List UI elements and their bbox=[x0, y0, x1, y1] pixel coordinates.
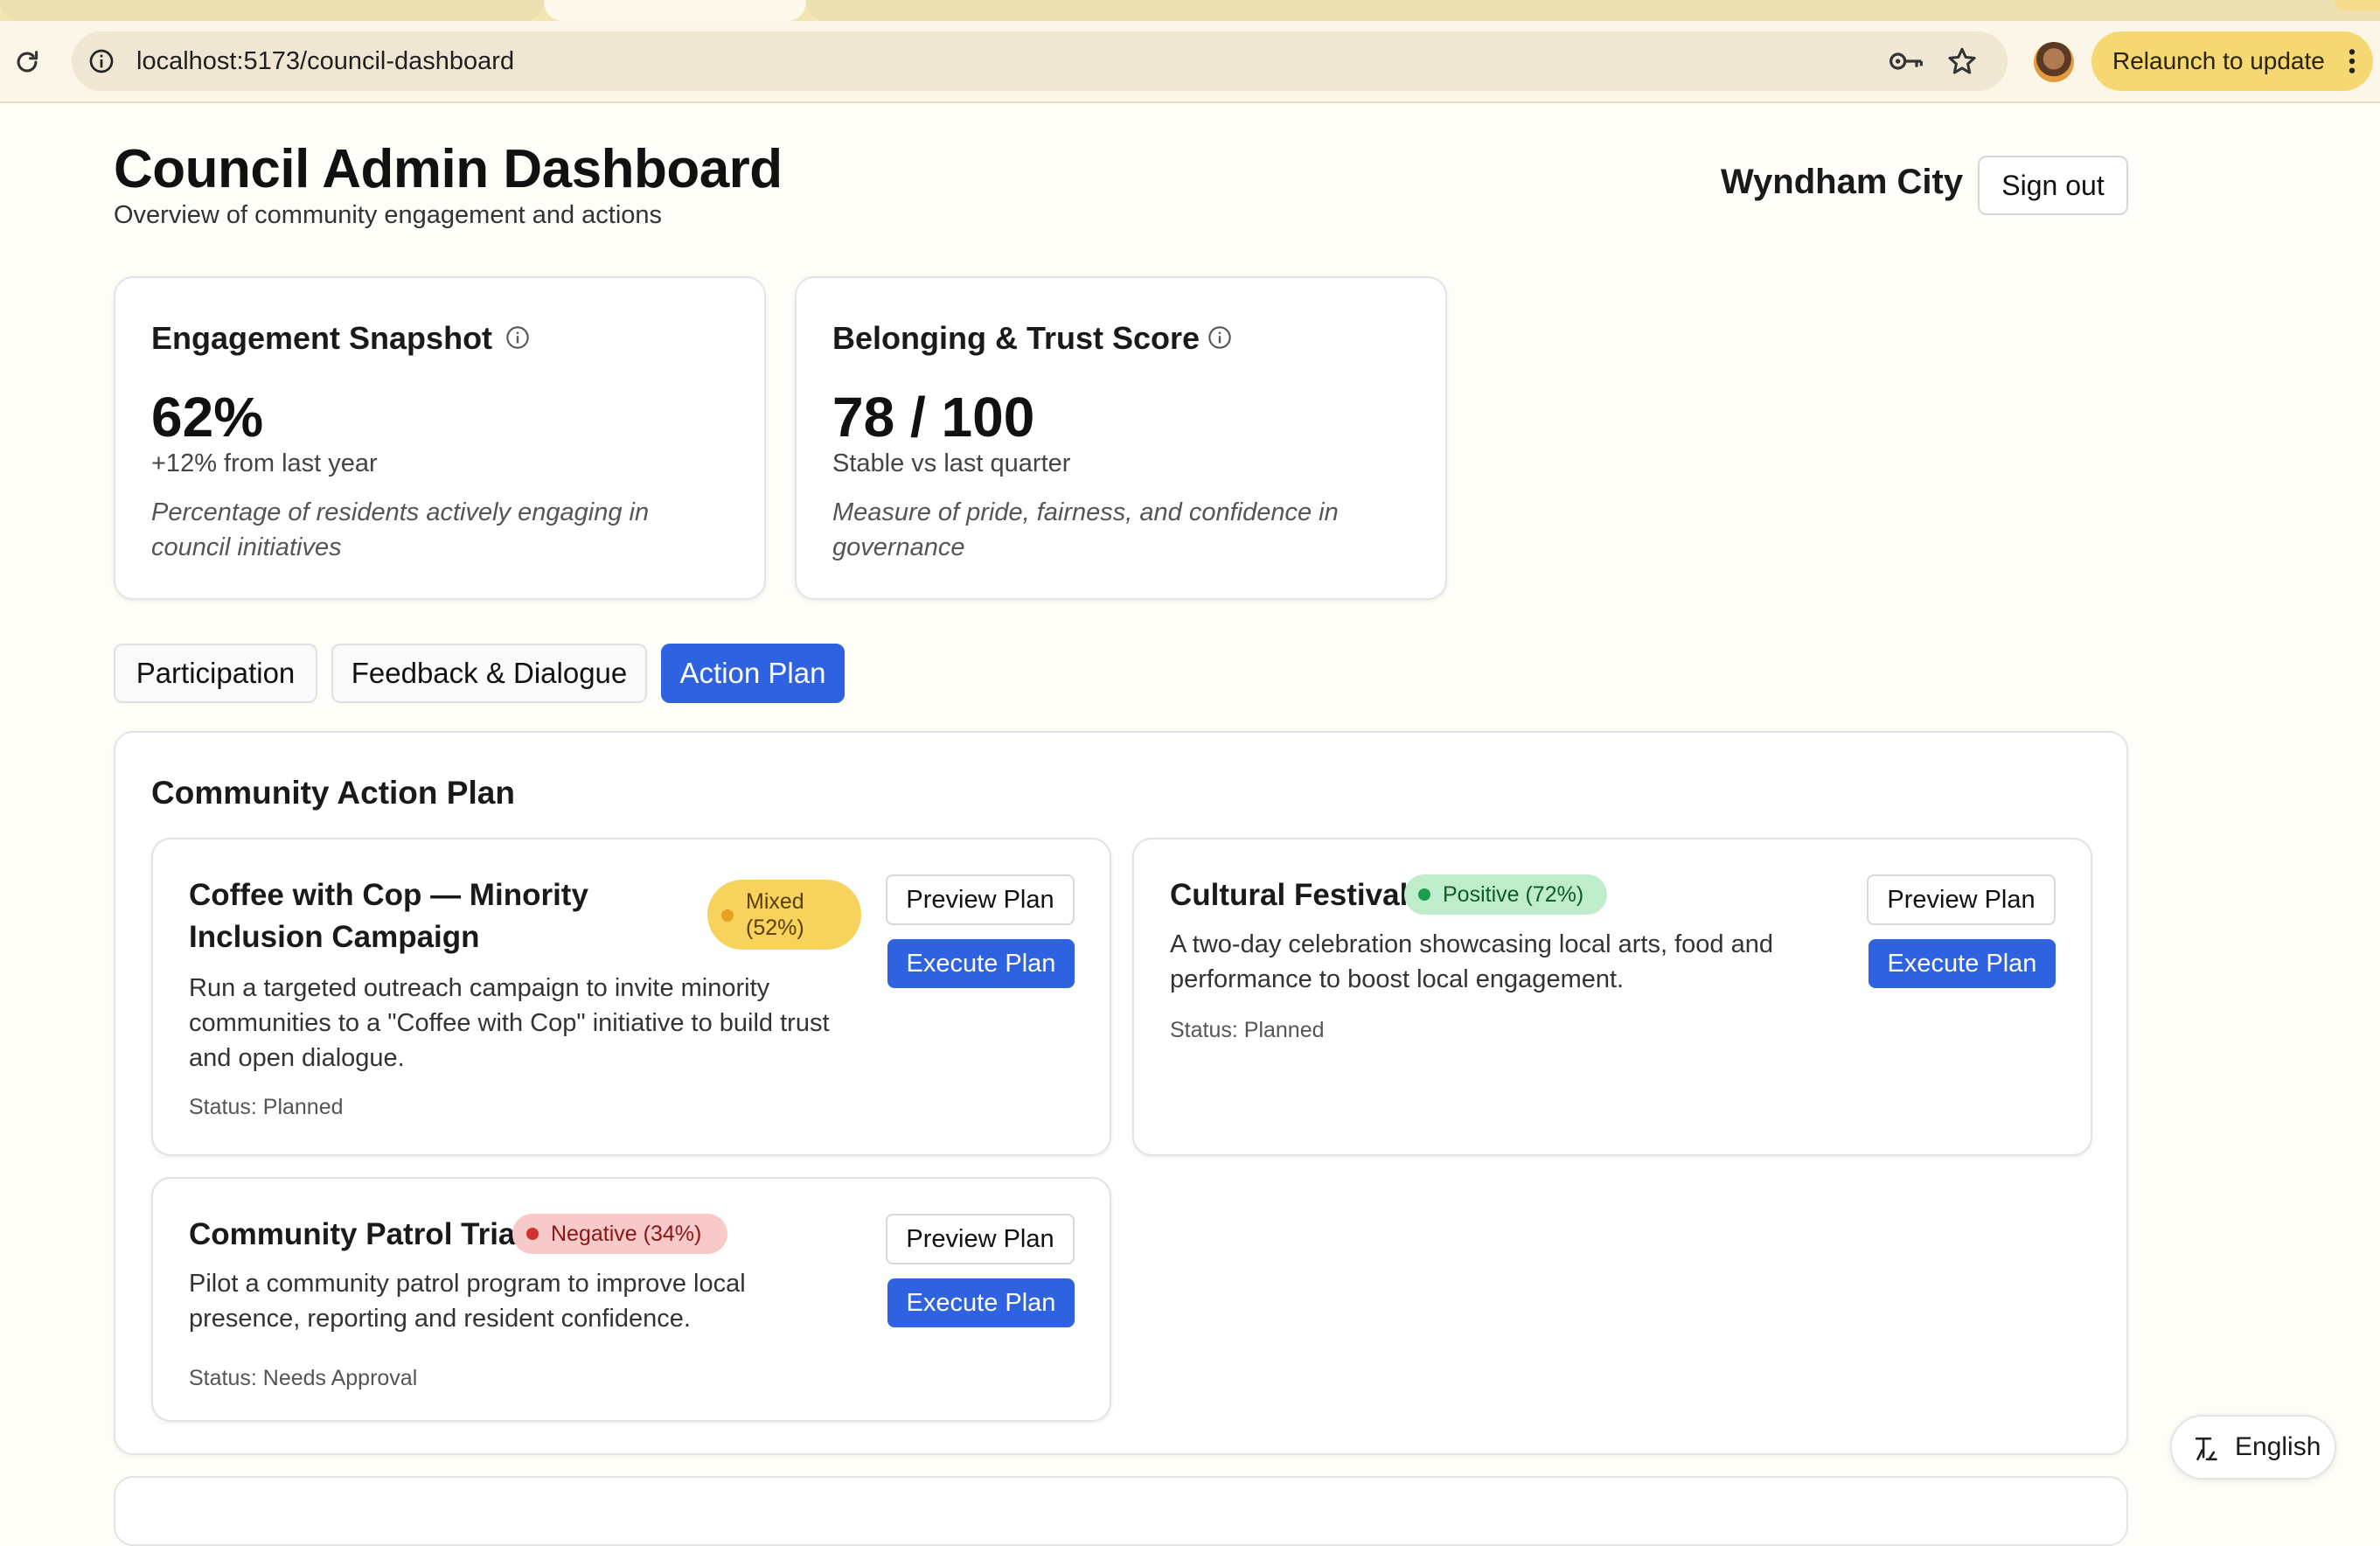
status-dot-icon bbox=[1418, 888, 1430, 901]
sentiment-badge-negative: Negative (34%) bbox=[512, 1214, 727, 1254]
execute-plan-button[interactable]: Execute Plan bbox=[1869, 939, 2056, 988]
language-label: English bbox=[2235, 1432, 2321, 1461]
page-title: Council Admin Dashboard bbox=[114, 139, 783, 199]
page-subtitle: Overview of community engagement and act… bbox=[114, 201, 663, 229]
url-text[interactable]: localhost:5173/council-dashboard bbox=[136, 31, 514, 91]
window-control[interactable] bbox=[2335, 0, 2380, 10]
plan-status: Status: Planned bbox=[1170, 1018, 1325, 1042]
plan-status: Status: Planned bbox=[189, 1095, 344, 1119]
reload-icon[interactable] bbox=[12, 47, 42, 77]
next-section-card bbox=[114, 1476, 2128, 1546]
plan-title: Cultural Festival bbox=[1170, 878, 1409, 912]
tab-feedback-dialogue[interactable]: Feedback & Dialogue bbox=[331, 644, 647, 703]
tab-action-plan[interactable]: Action Plan bbox=[661, 644, 845, 703]
badge-sentiment: Mixed bbox=[746, 889, 804, 914]
plan-card: Coffee with Cop — Minority Inclusion Cam… bbox=[151, 838, 1111, 1156]
community-action-plan-panel: Community Action Plan Coffee with Cop — … bbox=[114, 731, 2128, 1455]
profile-avatar[interactable] bbox=[2034, 42, 2074, 82]
preview-plan-button[interactable]: Preview Plan bbox=[886, 874, 1075, 925]
organization-name: Wyndham City bbox=[1721, 163, 1964, 201]
stat-value: 78 / 100 bbox=[832, 386, 1035, 449]
engagement-snapshot-card: Engagement Snapshot 62% +12% from last y… bbox=[114, 276, 766, 600]
badge-label: Negative (34%) bbox=[551, 1222, 702, 1246]
stat-change: Stable vs last quarter bbox=[832, 449, 1071, 477]
sign-out-button[interactable]: Sign out bbox=[1978, 156, 2128, 215]
relaunch-label: Relaunch to update bbox=[2112, 47, 2325, 74]
belonging-trust-score-card: Belonging & Trust Score 78 / 100 Stable … bbox=[795, 276, 1447, 600]
stat-value: 62% bbox=[151, 386, 264, 449]
stat-title: Belonging & Trust Score bbox=[832, 320, 1200, 356]
plan-description: Run a targeted outreach campaign to invi… bbox=[189, 974, 830, 1072]
plan-description: Pilot a community patrol program to impr… bbox=[189, 1270, 746, 1333]
star-icon[interactable] bbox=[1946, 45, 1978, 77]
preview-plan-button[interactable]: Preview Plan bbox=[1867, 874, 2056, 925]
plan-title: Community Patrol Trial bbox=[189, 1217, 525, 1251]
preview-plan-button[interactable]: Preview Plan bbox=[886, 1214, 1075, 1264]
sentiment-badge-positive: Positive (72%) bbox=[1404, 874, 1607, 915]
language-switcher-button[interactable]: English bbox=[2170, 1415, 2336, 1480]
stat-description: Percentage of residents actively engagin… bbox=[151, 498, 650, 561]
execute-plan-button[interactable]: Execute Plan bbox=[887, 1278, 1075, 1327]
address-bar[interactable]: localhost:5173/council-dashboard bbox=[72, 31, 2008, 91]
stat-title: Engagement Snapshot bbox=[151, 320, 493, 356]
info-icon[interactable] bbox=[505, 325, 530, 350]
plan-card: Cultural Festival Positive (72%) A two-d… bbox=[1132, 838, 2092, 1156]
browser-tab-strip bbox=[0, 0, 2380, 21]
badge-percentage: (52%) bbox=[746, 916, 804, 940]
browser-tab[interactable] bbox=[0, 0, 544, 21]
status-dot-icon bbox=[526, 1228, 539, 1240]
site-info-icon[interactable] bbox=[87, 47, 115, 75]
execute-plan-button[interactable]: Execute Plan bbox=[887, 939, 1075, 988]
plan-status: Status: Needs Approval bbox=[189, 1366, 418, 1390]
browser-tab[interactable] bbox=[806, 0, 2380, 21]
status-dot-icon bbox=[721, 909, 734, 922]
translate-icon bbox=[2195, 1437, 2217, 1461]
browser-tab-active[interactable] bbox=[544, 0, 806, 21]
plan-card: Community Patrol Trial Negative (34%) Pi… bbox=[151, 1177, 1111, 1422]
sentiment-badge-mixed: Mixed (52%) bbox=[707, 880, 861, 950]
info-icon[interactable] bbox=[1207, 325, 1232, 350]
stat-change: +12% from last year bbox=[151, 449, 378, 477]
plan-description: A two-day celebration showcasing local a… bbox=[1170, 930, 1773, 993]
more-vert-icon[interactable] bbox=[2347, 47, 2357, 75]
key-icon[interactable] bbox=[1889, 47, 1924, 75]
plan-title: Coffee with Cop — Minority Inclusion Cam… bbox=[189, 878, 588, 954]
relaunch-button[interactable]: Relaunch to update bbox=[2091, 31, 2373, 91]
browser-toolbar: localhost:5173/council-dashboard Relaunc… bbox=[0, 21, 2380, 103]
stat-description: Measure of pride, fairness, and confiden… bbox=[832, 498, 1339, 561]
badge-label: Positive (72%) bbox=[1443, 882, 1584, 907]
tab-participation[interactable]: Participation bbox=[114, 644, 317, 703]
section-title: Community Action Plan bbox=[151, 775, 515, 811]
